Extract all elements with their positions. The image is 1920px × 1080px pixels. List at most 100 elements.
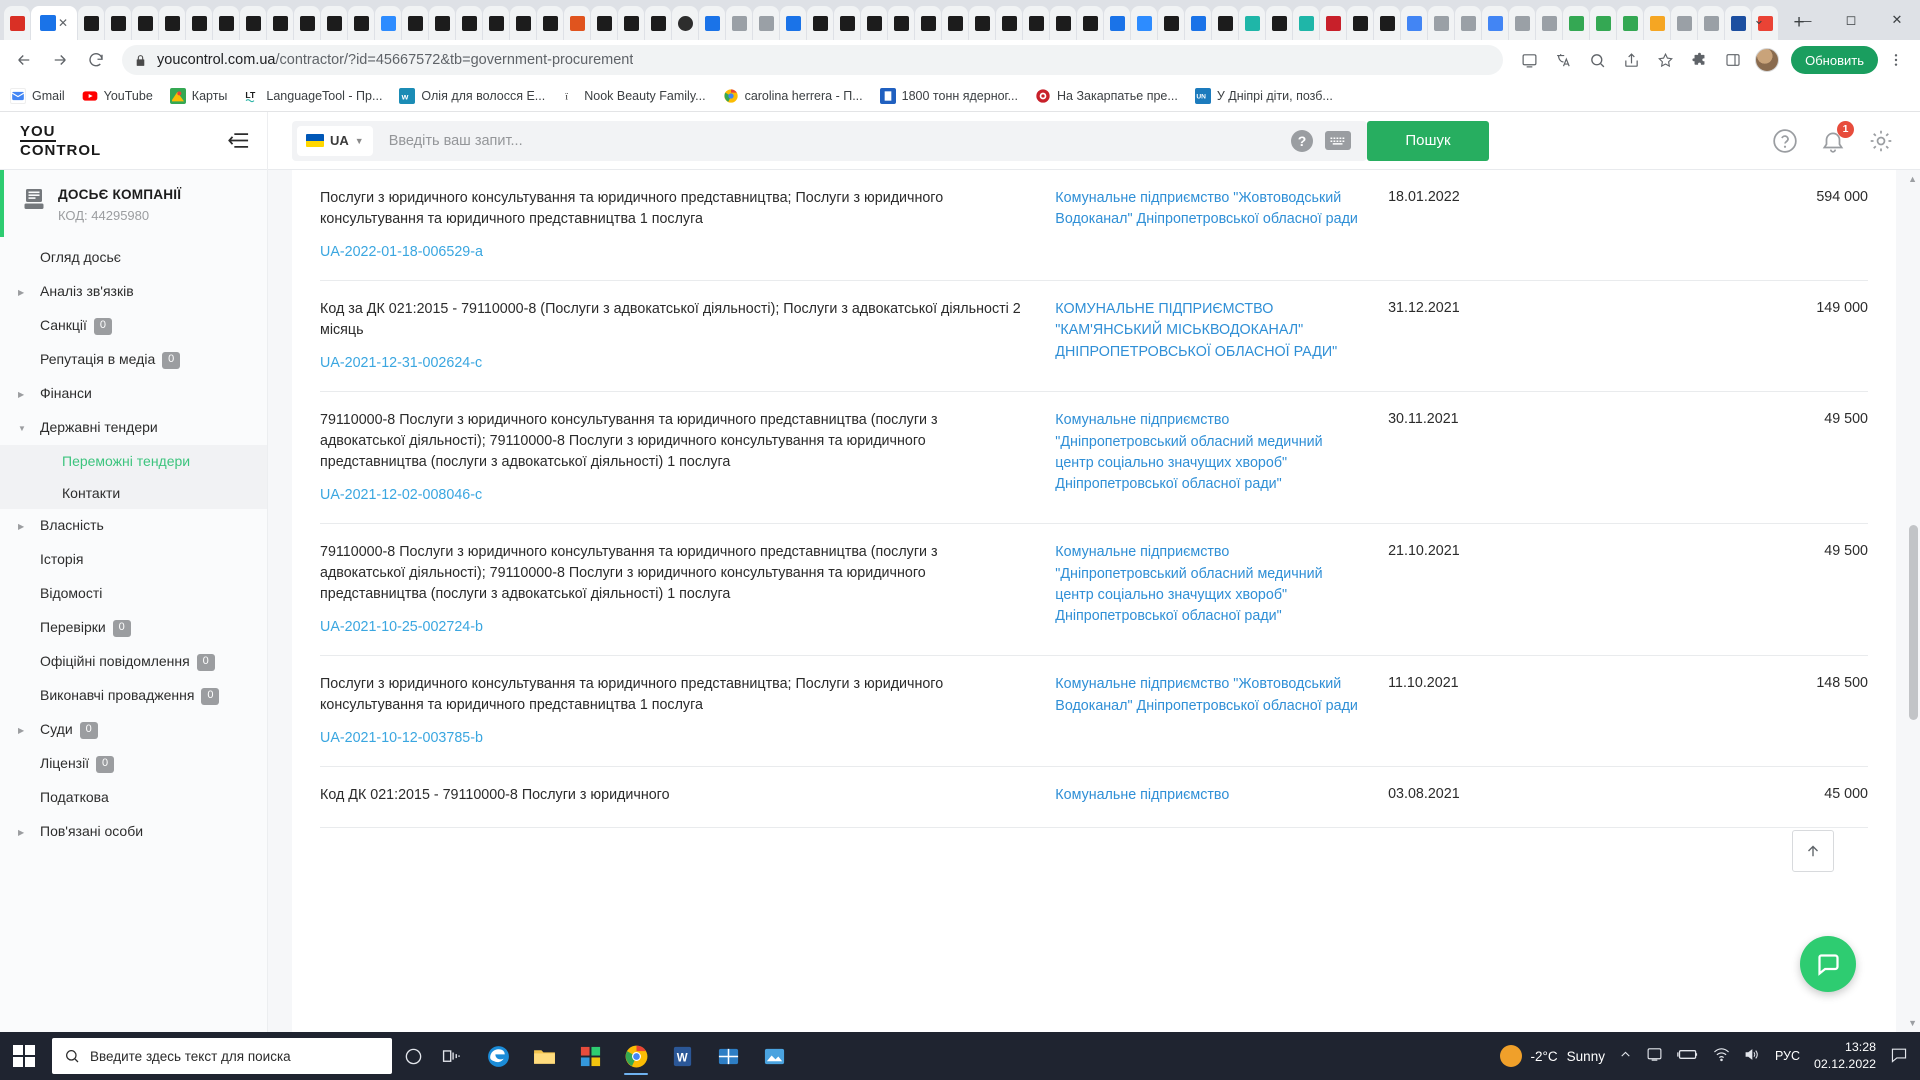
volume-icon[interactable] (1744, 1047, 1761, 1065)
browser-tab[interactable] (726, 6, 752, 40)
browser-tab[interactable] (294, 6, 320, 40)
browser-tab[interactable] (1050, 6, 1076, 40)
bookmark-star-icon[interactable] (1649, 44, 1681, 76)
browser-tab[interactable] (1347, 6, 1373, 40)
browser-tab[interactable] (4, 6, 30, 40)
weather-widget[interactable]: -2°C Sunny (1499, 1045, 1605, 1067)
browser-tab[interactable] (1239, 6, 1265, 40)
organizer-link[interactable]: Комунальне підприємство "Жовтоводський В… (1055, 674, 1364, 717)
organizer-link[interactable]: Комунальне підприємство "Дніпропетровськ… (1055, 542, 1364, 628)
show-hidden-icons[interactable] (1619, 1048, 1632, 1064)
browser-tab[interactable] (915, 6, 941, 40)
browser-tab[interactable] (213, 6, 239, 40)
sidebar-item-finances[interactable]: ▶ Фінанси (0, 377, 267, 411)
organizer-link[interactable]: КОМУНАЛЬНЕ ПІДПРИЄМСТВО "КАМ'ЯНСЬКИЙ МІС… (1055, 299, 1364, 363)
browser-tab[interactable] (1401, 6, 1427, 40)
sidebar-subitem-winning-tenders[interactable]: Переможні тендери (0, 445, 267, 477)
browser-tab[interactable] (969, 6, 995, 40)
sidebar-item-overview[interactable]: Огляд досьє (0, 241, 267, 275)
search-button[interactable]: Пошук (1367, 120, 1489, 161)
table-row[interactable]: Код ДК 021:2015 - 79110000-8 Послуги з ю… (320, 766, 1868, 828)
sidebar-item-courts[interactable]: ▶ Суди 0 (0, 713, 267, 747)
restore-window-icon[interactable]: — (1782, 0, 1828, 40)
sidebar-item-sanctions[interactable]: Санкції 0 (0, 309, 267, 343)
browser-tab[interactable] (834, 6, 860, 40)
taskbar-chrome-icon[interactable] (616, 1035, 656, 1077)
bookmark-item[interactable]: Карты (169, 87, 227, 104)
browser-tab[interactable] (321, 6, 347, 40)
browser-tab[interactable] (1320, 6, 1346, 40)
dossier-header[interactable]: ДОСЬЄ КОМПАНІЇ КОД: 44295980 (0, 170, 267, 237)
taskbar-photos-icon[interactable] (754, 1035, 794, 1077)
update-button[interactable]: Обновить (1791, 46, 1878, 74)
language-indicator[interactable]: РУС (1775, 1049, 1800, 1063)
taskbar-app-icon[interactable] (708, 1035, 748, 1077)
browser-tab[interactable] (1671, 6, 1697, 40)
table-row[interactable]: Послуги з юридичного консультування та ю… (320, 170, 1868, 282)
organizer-link[interactable]: Комунальне підприємство "Жовтоводський В… (1055, 188, 1364, 231)
address-bar[interactable]: youcontrol.com.ua/contractor/?id=4566757… (122, 45, 1504, 75)
profile-avatar[interactable] (1751, 44, 1783, 76)
browser-tab[interactable] (618, 6, 644, 40)
browser-tab[interactable] (780, 6, 806, 40)
browser-tab[interactable] (402, 6, 428, 40)
zoom-search-icon[interactable] (1581, 44, 1613, 76)
scrollbar-thumb[interactable] (1909, 525, 1918, 720)
browser-tab[interactable] (1455, 6, 1481, 40)
table-row[interactable]: 79110000-8 Послуги з юридичного консульт… (320, 523, 1868, 657)
keyboard-icon[interactable] (1325, 131, 1351, 150)
tender-id-link[interactable]: UA-2021-12-02-008046-c (320, 487, 1021, 503)
browser-tab[interactable] (564, 6, 590, 40)
collapse-sidebar-icon[interactable] (227, 132, 249, 149)
browser-tab[interactable] (1590, 6, 1616, 40)
browser-tab[interactable] (132, 6, 158, 40)
browser-tab[interactable] (996, 6, 1022, 40)
table-row[interactable]: Код за ДК 021:2015 - 79110000-8 (Послуги… (320, 280, 1868, 393)
browser-tab[interactable] (1293, 6, 1319, 40)
table-row[interactable]: Послуги з юридичного консультування та ю… (320, 655, 1868, 768)
bookmark-item[interactable]: 1800 тонн ядерног... (879, 87, 1018, 104)
search-input[interactable] (372, 132, 1291, 149)
forward-icon[interactable] (44, 44, 76, 76)
browser-tab[interactable] (348, 6, 374, 40)
sidebar-subitem-contacts[interactable]: Контакти (0, 477, 267, 509)
sidebar-toggle-icon[interactable] (1717, 44, 1749, 76)
browser-tab[interactable] (807, 6, 833, 40)
browser-tab[interactable] (672, 6, 698, 40)
extensions-icon[interactable] (1683, 44, 1715, 76)
browser-tab[interactable] (699, 6, 725, 40)
browser-tab-active[interactable]: ✕ (31, 6, 77, 40)
browser-tab[interactable] (537, 6, 563, 40)
close-tab-icon[interactable]: ✕ (58, 17, 68, 29)
cortana-icon[interactable] (396, 1039, 430, 1073)
bookmark-item[interactable]: LT LanguageTool - Пр... (244, 88, 383, 104)
share-icon[interactable] (1615, 44, 1647, 76)
browser-tab[interactable] (1509, 6, 1535, 40)
browser-tab[interactable] (375, 6, 401, 40)
scroll-up-arrow[interactable]: ▲ (1908, 174, 1917, 184)
notification-center-icon[interactable] (1890, 1047, 1908, 1066)
browser-tab[interactable] (240, 6, 266, 40)
taskbar-search-box[interactable]: Введите здесь текст для поиска (52, 1038, 392, 1074)
sidebar-item-enforcement-proceedings[interactable]: Виконавчі провадження 0 (0, 679, 267, 713)
scroll-down-arrow[interactable]: ▼ (1908, 1018, 1917, 1028)
taskbar-explorer-icon[interactable] (524, 1035, 564, 1077)
help-icon[interactable] (1772, 128, 1798, 154)
chrome-menu-icon[interactable] (1880, 44, 1912, 76)
share-page-icon[interactable] (1513, 44, 1545, 76)
chat-support-button[interactable] (1800, 936, 1856, 992)
browser-tab[interactable] (1563, 6, 1589, 40)
sidebar-item-media-reputation[interactable]: Репутація в медіа 0 (0, 343, 267, 377)
organizer-link[interactable]: Комунальне підприємство (1055, 785, 1364, 806)
browser-tab[interactable] (186, 6, 212, 40)
browser-tab[interactable] (267, 6, 293, 40)
sidebar-item-tax[interactable]: Податкова (0, 781, 267, 815)
task-view-icon[interactable] (434, 1039, 468, 1073)
bookmark-item[interactable]: На Закарпатье пре... (1035, 88, 1178, 104)
sidebar-item-details[interactable]: Відомості (0, 577, 267, 611)
browser-tab[interactable] (456, 6, 482, 40)
minimize-window-icon[interactable]: ⌄ (1736, 0, 1782, 40)
browser-tab[interactable] (1428, 6, 1454, 40)
wifi-icon[interactable] (1713, 1047, 1730, 1065)
translate-icon[interactable] (1547, 44, 1579, 76)
